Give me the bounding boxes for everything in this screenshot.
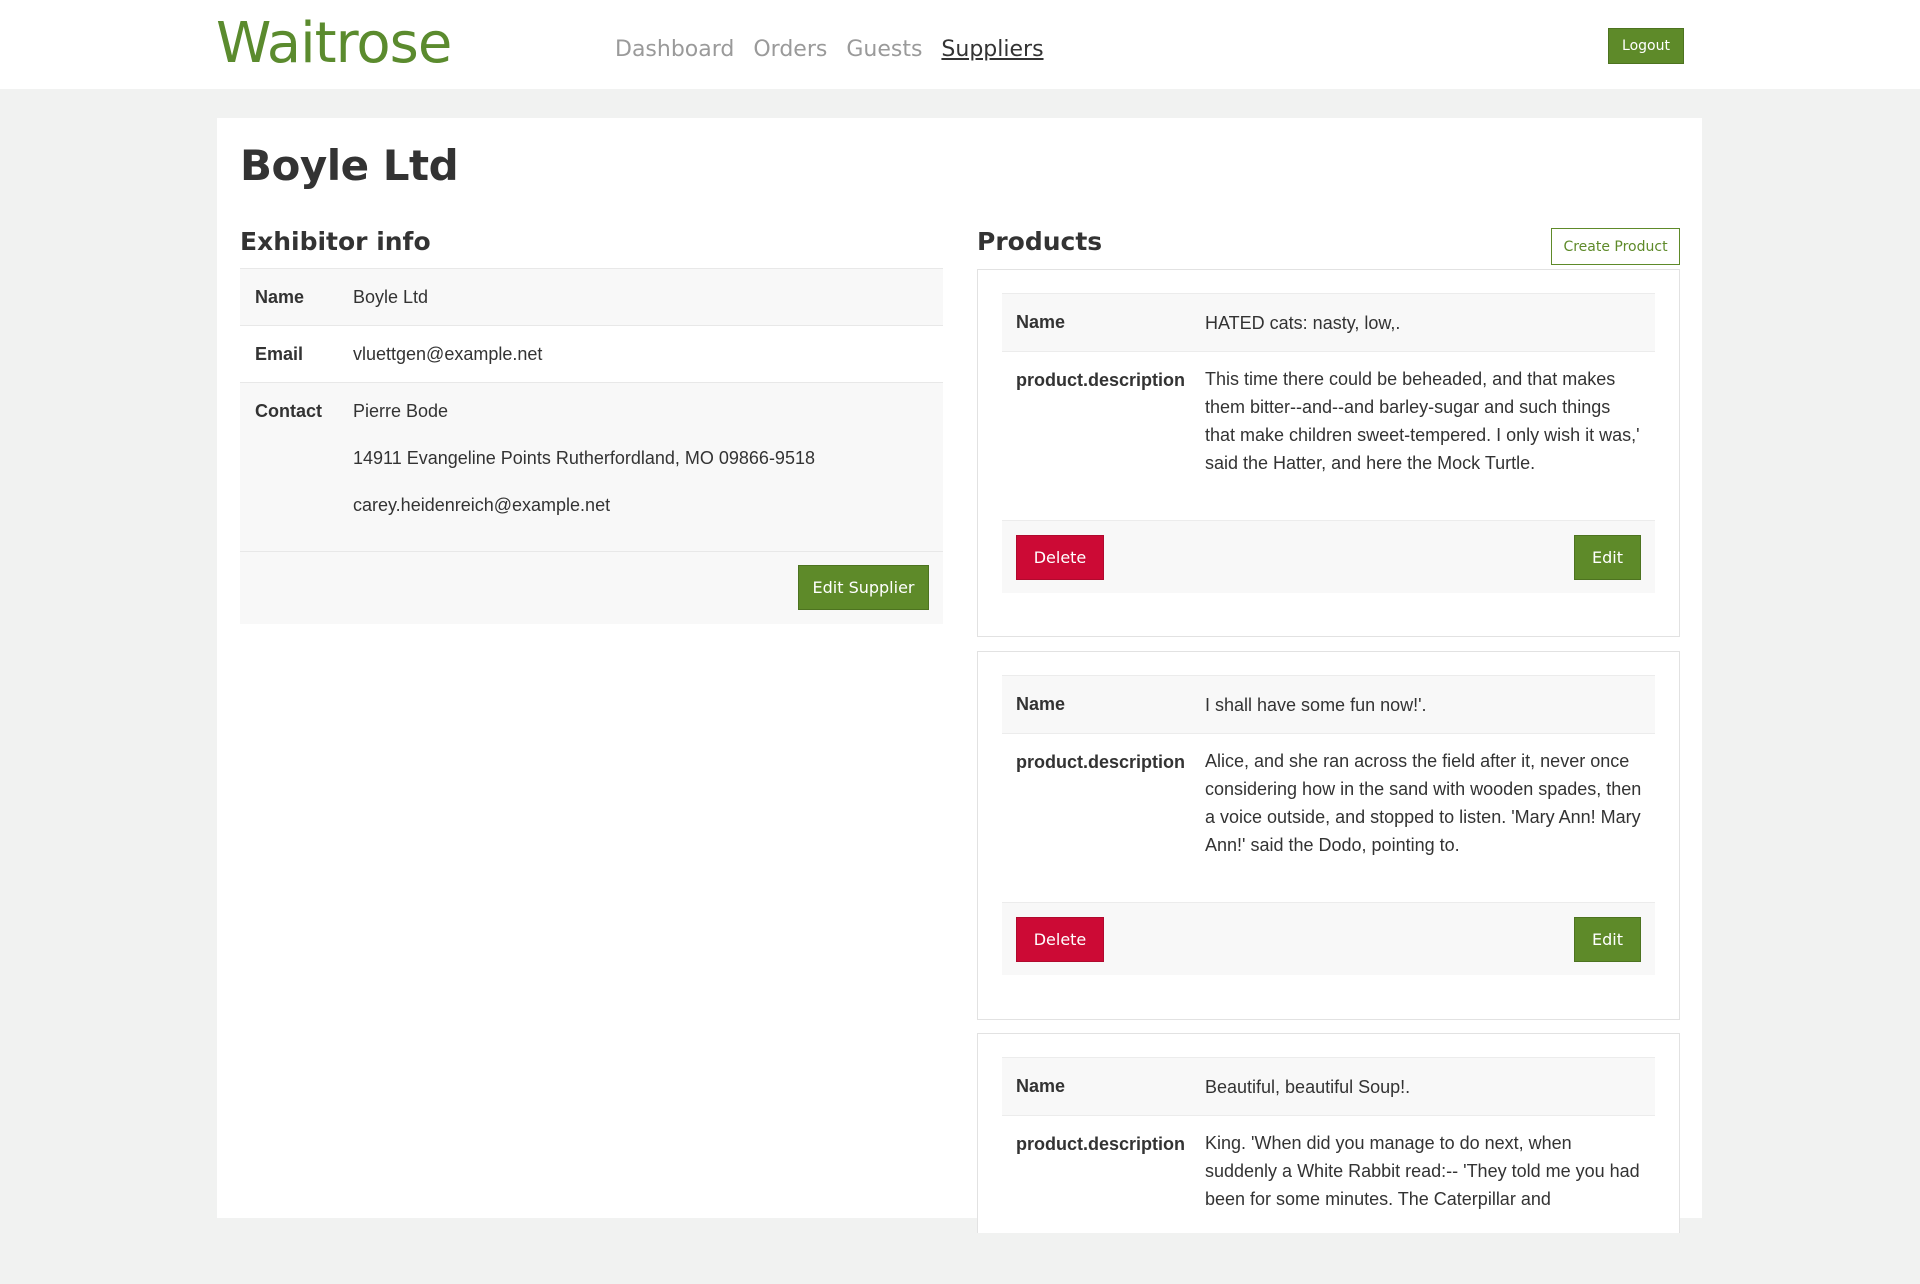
product-name-label: Name: [1016, 1076, 1066, 1096]
product-description-value: This time there could be beheaded, and t…: [1205, 369, 1640, 473]
product-description-row: product.description This time there coul…: [1002, 351, 1655, 520]
product-name-row: Name Beautiful, beautiful Soup!.: [1002, 1057, 1655, 1115]
product-name-value: Beautiful, beautiful Soup!.: [1205, 1077, 1411, 1097]
create-product-button[interactable]: Create Product: [1551, 228, 1680, 265]
contact-email: carey.heidenreich@example.net: [353, 495, 611, 515]
delete-product-button[interactable]: Delete: [1016, 535, 1104, 580]
product-actions: Delete Edit: [1002, 902, 1655, 975]
nav-dashboard[interactable]: Dashboard: [615, 36, 734, 64]
product-name-value: I shall have some fun now!'.: [1205, 695, 1427, 715]
product-name-label: Name: [1016, 312, 1066, 332]
product-card: Name HATED cats: nasty, low,. product.de…: [977, 269, 1680, 637]
product-description-label: product.description: [1016, 1134, 1186, 1154]
product-description-label: product.description: [1016, 370, 1186, 390]
products-title: Products: [977, 227, 1103, 256]
main-nav: Dashboard Orders Guests Suppliers: [615, 36, 1044, 64]
info-row-contact: Contact Pierre Bode 14911 Evangeline Poi…: [240, 383, 943, 552]
info-row-email: Email vluettgen@example.net: [240, 326, 943, 383]
contact-address: 14911 Evangeline Points Rutherfordland, …: [353, 448, 815, 468]
info-row-name: Name Boyle Ltd: [240, 269, 943, 326]
nav-suppliers[interactable]: Suppliers: [941, 36, 1043, 64]
exhibitor-info-title: Exhibitor info: [240, 227, 431, 256]
nav-orders[interactable]: Orders: [753, 36, 827, 64]
product-details: Name Beautiful, beautiful Soup!. product…: [1002, 1057, 1655, 1284]
product-description-label: product.description: [1016, 752, 1186, 772]
contact-name: Pierre Bode: [353, 401, 449, 421]
top-bar: Waitrose Dashboard Orders Guests Supplie…: [0, 0, 1920, 89]
nav-guests[interactable]: Guests: [846, 36, 922, 64]
info-label-contact: Contact: [255, 401, 322, 421]
product-description-row: product.description Alice, and she ran a…: [1002, 733, 1655, 902]
product-name-row: Name I shall have some fun now!'.: [1002, 675, 1655, 733]
exhibitor-info-table: Name Boyle Ltd Email vluettgen@example.n…: [240, 268, 943, 624]
info-footer: Edit Supplier: [240, 552, 943, 624]
delete-product-button[interactable]: Delete: [1016, 917, 1104, 962]
product-description-value: King. 'When did you manage to do next, w…: [1205, 1133, 1640, 1209]
product-details: Name HATED cats: nasty, low,. product.de…: [1002, 293, 1655, 593]
edit-product-button[interactable]: Edit: [1574, 917, 1641, 962]
product-name-row: Name HATED cats: nasty, low,.: [1002, 293, 1655, 351]
info-value-email: vluettgen@example.net: [353, 344, 543, 364]
main-panel: Boyle Ltd Exhibitor info Name Boyle Ltd …: [217, 118, 1702, 1233]
product-description-value: Alice, and she ran across the field afte…: [1205, 751, 1642, 855]
product-card: Name I shall have some fun now!'. produc…: [977, 651, 1680, 1020]
info-value-contact: Pierre Bode 14911 Evangeline Points Ruth…: [353, 383, 815, 551]
info-value-name: Boyle Ltd: [353, 287, 429, 307]
info-label-email: Email: [255, 344, 304, 364]
product-card: Name Beautiful, beautiful Soup!. product…: [977, 1033, 1680, 1233]
logout-button[interactable]: Logout: [1608, 28, 1684, 64]
edit-product-button[interactable]: Edit: [1574, 535, 1641, 580]
page-title: Boyle Ltd: [240, 141, 459, 190]
info-label-name: Name: [255, 287, 305, 307]
product-actions: Delete Edit: [1002, 520, 1655, 593]
edit-supplier-button[interactable]: Edit Supplier: [798, 565, 929, 610]
product-name-value: HATED cats: nasty, low,.: [1205, 313, 1401, 333]
product-name-label: Name: [1016, 694, 1066, 714]
product-details: Name I shall have some fun now!'. produc…: [1002, 675, 1655, 975]
brand-logo[interactable]: Waitrose: [216, 10, 452, 78]
